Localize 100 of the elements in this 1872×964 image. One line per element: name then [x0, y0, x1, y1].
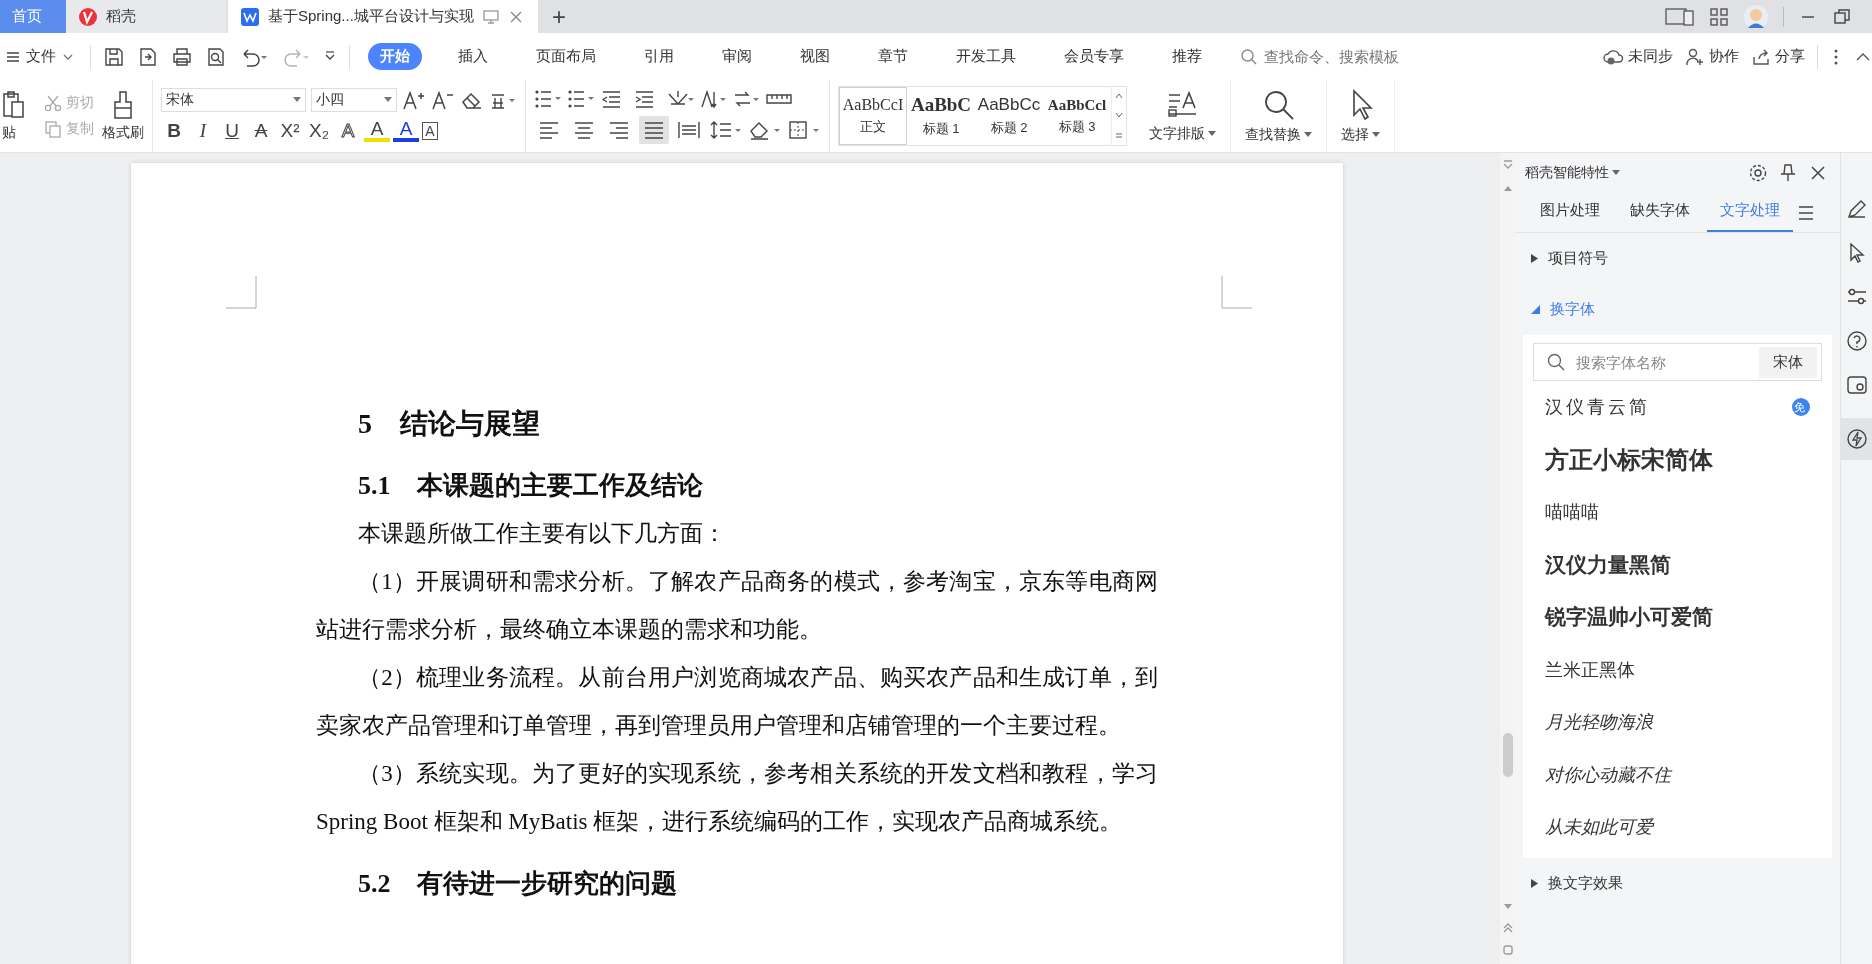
tab-title: 基于Spring...城平台设计与实现: [268, 7, 474, 26]
ribbon-tab[interactable]: 插入: [446, 43, 500, 70]
ribbon-tab[interactable]: 审阅: [710, 43, 764, 70]
free-badge: 免: [1792, 398, 1810, 417]
caret-icon: [1372, 132, 1380, 138]
format-button[interactable]: X²: [277, 118, 303, 144]
export-icon[interactable]: [137, 45, 159, 68]
style-item[interactable]: AaBbC 标题 1: [907, 87, 975, 145]
line-spacing-icon[interactable]: [709, 119, 743, 141]
monitor-icon[interactable]: [481, 8, 500, 25]
panel-section-header[interactable]: 项目符号: [1523, 233, 1832, 284]
borders-icon[interactable]: [787, 119, 821, 141]
image-tool-icon[interactable]: [1845, 374, 1868, 396]
font-size-dropdown[interactable]: 小四: [311, 88, 397, 112]
panel-tab[interactable]: 文字处理: [1707, 193, 1793, 232]
ribbon-tab[interactable]: 会员专享: [1052, 43, 1136, 70]
toolbar-action-button[interactable]: 未同步: [1602, 46, 1673, 67]
paragraph-tool-icon[interactable]: [699, 88, 727, 110]
format-button[interactable]: I: [190, 118, 216, 144]
document-tab[interactable]: 稻壳: [66, 0, 226, 33]
file-menu[interactable]: 文件: [0, 47, 78, 66]
font-option[interactable]: 方正小标宋简体: [1533, 433, 1822, 486]
format-button[interactable]: B: [161, 118, 187, 144]
toolbar-action-button[interactable]: 协作: [1685, 46, 1739, 67]
grow-font-icon[interactable]: [402, 89, 426, 111]
smart-feature-icon[interactable]: [1845, 428, 1868, 450]
ribbon-large-button[interactable]: 查找替换: [1231, 80, 1327, 152]
font-name: 汉仪青云简: [1545, 396, 1650, 420]
avatar-icon[interactable]: [1743, 3, 1769, 30]
format-button[interactable]: A: [248, 118, 274, 144]
settings-icon[interactable]: [1748, 163, 1768, 183]
format-button[interactable]: A: [422, 122, 438, 140]
current-font-label: 宋体: [1759, 346, 1817, 378]
help-icon[interactable]: [1845, 330, 1868, 352]
style-item[interactable]: AaBbCc 标题 2: [975, 87, 1043, 145]
panel-section-header[interactable]: 换字体: [1523, 284, 1832, 335]
font-option[interactable]: 月光轻吻海浪: [1533, 696, 1822, 749]
menu-icon[interactable]: [1797, 204, 1815, 221]
body-paragraph: （3）系统实现。为了更好的实现系统，参考相关系统的开发文档和教程，学习 Spring Boot 框架和 MyBatis 框架，进行系统编码的工作，实现农产品商城系统。: [316, 760, 1158, 836]
font-option[interactable]: 锐字温帅小可爱简: [1533, 591, 1822, 644]
font-option[interactable]: 兰米正黑体: [1533, 643, 1822, 696]
ribbon-tab[interactable]: 引用: [632, 43, 686, 70]
ribbon-large-button[interactable]: 选择: [1327, 80, 1395, 152]
panel-section-header[interactable]: 换文字效果: [1523, 857, 1832, 909]
shrink-font-icon[interactable]: [431, 89, 455, 111]
triangle-expanded-icon: [1531, 305, 1540, 314]
font-name: 锐字温帅小可爱简: [1545, 604, 1713, 631]
caret-icon: [384, 97, 392, 103]
section-heading: 5.1 本课题的主要工作及结论: [358, 470, 704, 502]
font-option[interactable]: 从未如此可爱: [1533, 801, 1822, 854]
restore-icon[interactable]: [1832, 6, 1852, 27]
tab-title: 稻壳: [106, 7, 136, 26]
shading-icon[interactable]: [748, 119, 782, 141]
paste-button[interactable]: 贴: [2, 90, 36, 142]
ribbon-tab[interactable]: 章节: [866, 43, 920, 70]
ribbon-tab[interactable]: 页面布局: [524, 43, 608, 70]
ribbon-tab[interactable]: 推荐: [1160, 43, 1214, 70]
ribbon-large-button[interactable]: 文字排版: [1135, 80, 1231, 152]
font-option[interactable]: 喵喵喵: [1533, 486, 1822, 539]
new-tab-button[interactable]: +: [552, 2, 566, 31]
style-item[interactable]: AaBbCcl 标题 3: [1043, 87, 1111, 145]
device-icon[interactable]: [1665, 6, 1695, 27]
print-preview-icon[interactable]: [205, 45, 227, 68]
triangle-right-icon: [1531, 254, 1538, 263]
panel-tab[interactable]: 缺失字体: [1617, 193, 1703, 232]
format-button[interactable]: U: [219, 118, 245, 144]
format-button[interactable]: A: [335, 118, 361, 144]
panel-tab[interactable]: 图片处理: [1527, 193, 1613, 232]
scrollbar-thumb[interactable]: [1502, 733, 1513, 777]
triangle-right-icon: [1531, 878, 1538, 888]
section-heading: 5.2 有待进一步研究的问题: [358, 868, 678, 900]
format-button[interactable]: A: [364, 120, 390, 142]
format-button[interactable]: A: [393, 120, 419, 142]
format-painter-button[interactable]: 格式刷: [102, 90, 144, 142]
caret-icon: [1208, 131, 1216, 137]
font-name-dropdown[interactable]: 宋体: [161, 88, 306, 112]
grid-icon[interactable]: [1709, 6, 1729, 27]
pen-icon[interactable]: [1845, 198, 1868, 220]
pin-icon[interactable]: [1778, 163, 1798, 183]
font-option[interactable]: 汉仪力量黑简: [1533, 538, 1822, 591]
writer-doc-icon: [240, 6, 260, 27]
ribbon-tab[interactable]: 开发工具: [944, 43, 1028, 70]
font-option[interactable]: 对你心动藏不住: [1533, 748, 1822, 801]
font-option[interactable]: 汉仪青云简 免: [1533, 381, 1822, 434]
ribbon-tab[interactable]: 视图: [788, 43, 842, 70]
paragraph-tool-icon[interactable]: [567, 88, 595, 110]
font-search-field[interactable]: 搜索字体名称 宋体: [1533, 343, 1822, 381]
save-icon[interactable]: [103, 45, 125, 68]
toolbar-action-button[interactable]: 分享: [1751, 46, 1805, 67]
document-tab[interactable]: 基于Spring...城平台设计与实现: [228, 0, 538, 33]
style-item[interactable]: AaBbCcI 正文: [839, 87, 907, 145]
print-icon[interactable]: [171, 45, 193, 68]
previous-page-icon[interactable]: [1501, 922, 1514, 934]
scroll-up-icon[interactable]: [1114, 92, 1124, 101]
align-icon[interactable]: [639, 116, 669, 144]
scroll-down-icon[interactable]: [1114, 111, 1124, 119]
format-button[interactable]: X₂: [306, 118, 332, 144]
paragraph-tool-icon[interactable]: [534, 88, 562, 110]
panel-title[interactable]: 稻壳智能特性: [1525, 164, 1620, 182]
crop-mark: [1220, 276, 1252, 310]
